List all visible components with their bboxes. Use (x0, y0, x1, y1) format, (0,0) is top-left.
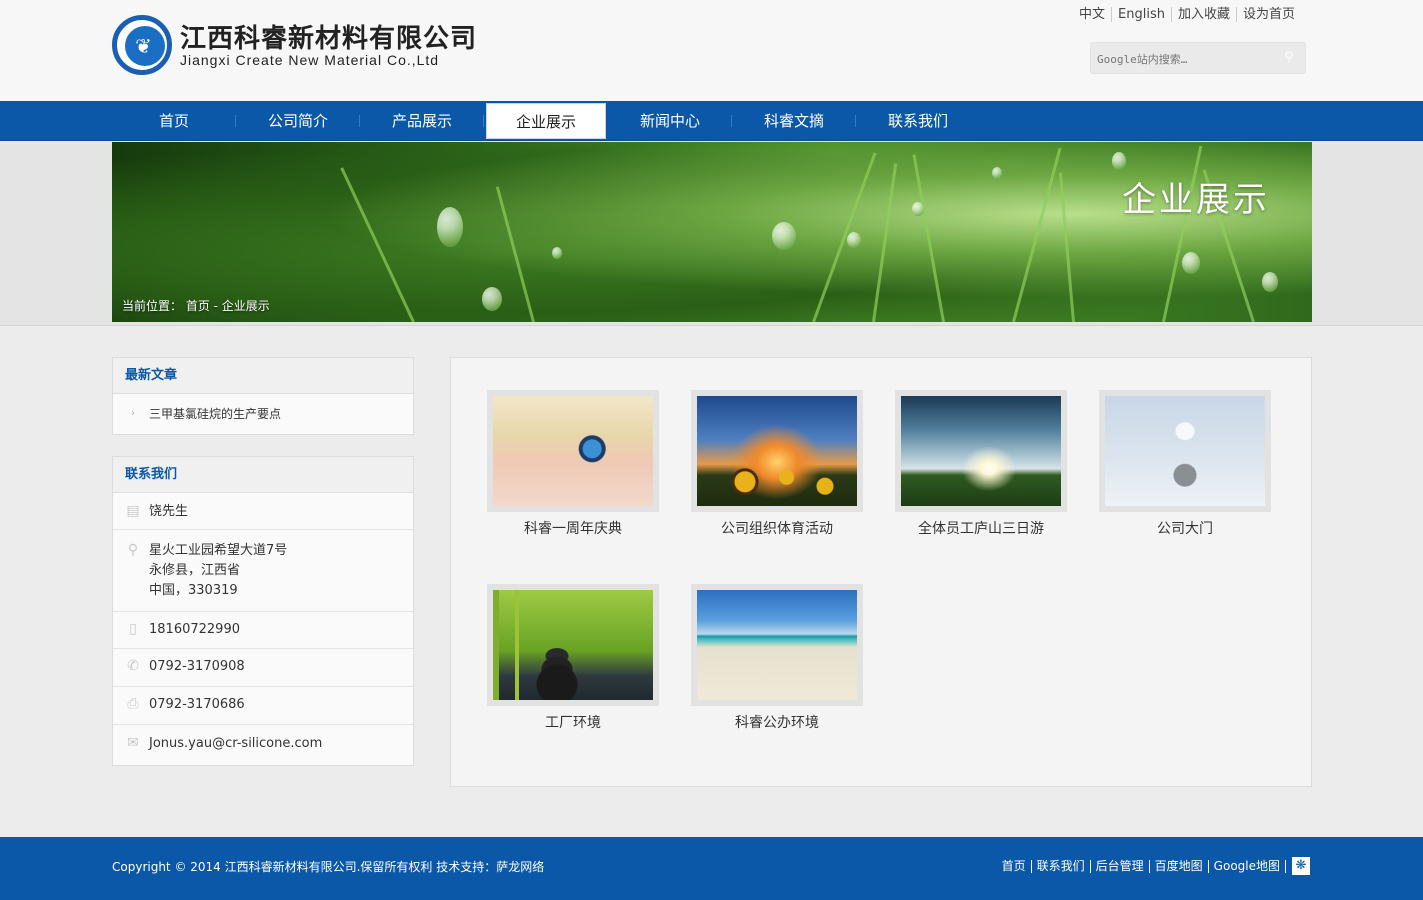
list-item[interactable]: › 三甲基氯硅烷的生产要点 (113, 394, 413, 434)
photo-beach[interactable] (697, 590, 857, 700)
banner-image: 企业展示 当前位置： 首页 - 企业展示 (112, 142, 1312, 322)
photo-hourglass[interactable] (1105, 396, 1265, 506)
logo-chinese-name: 江西科睿新材料有限公司 (180, 24, 478, 54)
contact-title: 联系我们 (113, 457, 413, 493)
banner-title: 企业展示 (1122, 180, 1270, 220)
gallery-item[interactable]: 科睿一周年庆典 (487, 390, 659, 538)
gallery-panel: 科睿一周年庆典 公司组织体育活动 全体员工庐山三日游 公司大门 工厂环境 科睿公… (450, 357, 1312, 787)
link-set-homepage[interactable]: 设为首页 (1235, 7, 1301, 22)
gallery-item[interactable]: 全体员工庐山三日游 (895, 390, 1067, 538)
top-links: 中文 English 加入收藏 设为首页 (1073, 7, 1301, 22)
contact-mobile-row: ▯ 18160722990 (113, 612, 413, 649)
gallery-item[interactable]: 科睿公办环境 (691, 584, 863, 732)
contact-name-row: ▤ 饶先生 (113, 493, 413, 530)
latest-articles-box: 最新文章 › 三甲基氯硅烷的生产要点 (112, 357, 414, 435)
leaf-icon: ❦ (135, 34, 152, 58)
site-footer: Copyright © 2014 江西科睿新材料有限公司.保留所有权利 技术支持… (0, 837, 1423, 900)
breadcrumb: 当前位置： 首页 - 企业展示 (122, 299, 270, 313)
footer-links: 首页 联系我们 后台管理 百度地图 Google地图 ❋ (997, 857, 1310, 875)
search-icon[interactable]: ⚲ (1281, 50, 1297, 66)
copyright-text: Copyright © 2014 江西科睿新材料有限公司.保留所有权利 技术支持… (112, 860, 545, 874)
baidu-paw-icon[interactable]: ❋ (1292, 857, 1310, 875)
main-navigation: 首页 公司简介 产品展示 企业展示 新闻中心 科睿文摘 联系我们 (0, 101, 1423, 141)
footer-link-baidu-map[interactable]: 百度地图 (1150, 859, 1209, 873)
search-input[interactable] (1097, 49, 1277, 69)
footer-link-contact[interactable]: 联系我们 (1032, 859, 1091, 873)
nav-showcase[interactable]: 企业展示 (486, 103, 606, 139)
nav-contact[interactable]: 联系我们 (856, 101, 980, 141)
photo-eye[interactable] (493, 396, 653, 506)
company-logo[interactable]: ❦ 江西科睿新材料有限公司 Jiangxi Create New Materia… (112, 15, 476, 77)
contact-address-row: ⚲ 星火工业园希望大道7号 永修县，江西省 中国，330319 (113, 530, 413, 612)
link-add-favorite[interactable]: 加入收藏 (1170, 7, 1236, 22)
id-card-icon: ▤ (126, 503, 140, 519)
nav-home[interactable]: 首页 (112, 101, 236, 141)
gallery-item[interactable]: 公司大门 (1099, 390, 1271, 538)
search-box: ⚲ (1090, 42, 1306, 74)
footer-link-admin[interactable]: 后台管理 (1091, 859, 1150, 873)
link-chinese[interactable]: 中文 (1073, 7, 1111, 22)
photo-sky-field[interactable] (901, 396, 1061, 506)
gallery-item[interactable]: 公司组织体育活动 (691, 390, 863, 538)
contact-box: 联系我们 ▤ 饶先生 ⚲ 星火工业园希望大道7号 永修县，江西省 中国，3303… (112, 456, 414, 766)
photo-sunflowers[interactable] (697, 396, 857, 506)
site-header: ❦ 江西科睿新材料有限公司 Jiangxi Create New Materia… (0, 0, 1423, 101)
envelope-icon: ✉ (127, 735, 139, 751)
nav-news[interactable]: 新闻中心 (608, 101, 732, 141)
footer-link-home[interactable]: 首页 (997, 859, 1032, 873)
nav-products[interactable]: 产品展示 (360, 101, 484, 141)
link-english[interactable]: English (1111, 7, 1171, 22)
footer-link-google-map[interactable]: Google地图 (1209, 859, 1286, 873)
logo-emblem-icon: ❦ (112, 15, 172, 75)
contact-fax-row: ⎙ 0792-3170686 (113, 687, 413, 725)
phone-icon: ✆ (127, 658, 139, 674)
nav-digest[interactable]: 科睿文摘 (732, 101, 856, 141)
latest-articles-title: 最新文章 (113, 358, 413, 394)
map-pin-icon: ⚲ (127, 542, 139, 558)
mobile-phone-icon: ▯ (129, 621, 137, 637)
printer-icon: ⎙ (127, 696, 139, 712)
contact-phone-row: ✆ 0792-3170908 (113, 649, 413, 687)
nav-about[interactable]: 公司简介 (236, 101, 360, 141)
photo-zen-stones[interactable] (493, 590, 653, 700)
logo-english-name: Jiangxi Create New Material Co.,Ltd (180, 52, 440, 68)
chevron-right-icon: › (131, 408, 135, 419)
contact-email-row: ✉ Jonus.yau@cr-silicone.com (113, 725, 413, 765)
gallery-item[interactable]: 工厂环境 (487, 584, 659, 732)
